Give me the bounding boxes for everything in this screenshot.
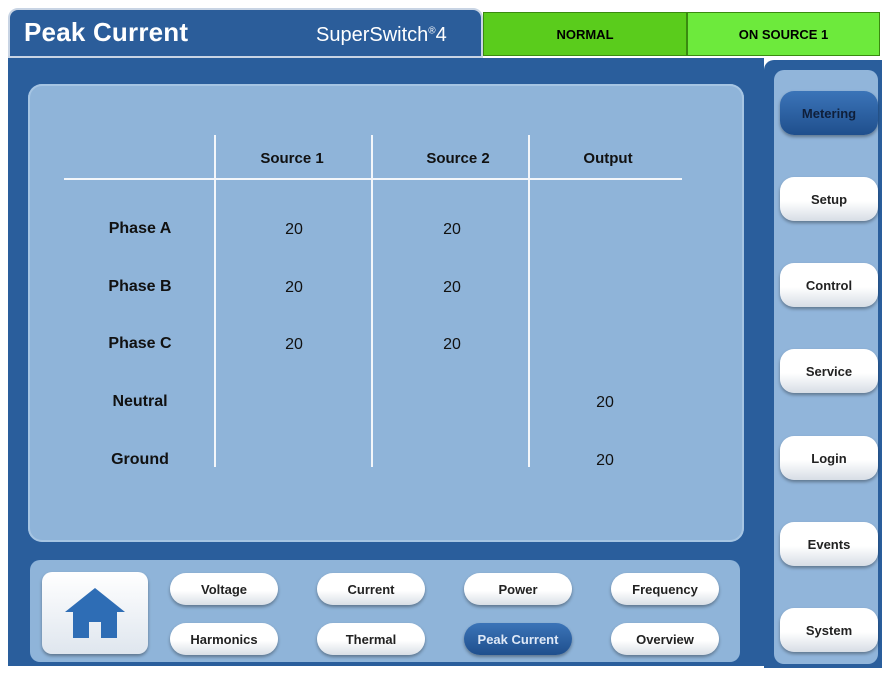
side-events-button[interactable]: Events <box>780 522 878 566</box>
source1-value: 20 <box>285 336 303 353</box>
table-divider-3 <box>528 135 530 467</box>
table-divider-1 <box>214 135 216 467</box>
column-header-source-2: Source 2 <box>426 150 490 167</box>
title-bar: Peak Current SuperSwitch®4 <box>8 8 483 58</box>
nav-harmonics-button[interactable]: Harmonics <box>170 623 278 655</box>
nav-overview-button[interactable]: Overview <box>611 623 719 655</box>
row-label: Phase B <box>108 278 172 295</box>
column-header-output: Output <box>583 150 633 167</box>
nav-current-button[interactable]: Current <box>317 573 425 605</box>
status-source-indicator: ON SOURCE 1 <box>687 12 880 56</box>
source2-value: 20 <box>443 221 461 238</box>
status-mode-indicator: NORMAL <box>483 12 687 56</box>
brand-text: SuperSwitch <box>316 24 429 46</box>
side-setup-button[interactable]: Setup <box>780 177 878 221</box>
nav-peak-current-button[interactable]: Peak Current <box>464 623 572 655</box>
row-label: Ground <box>111 451 169 468</box>
table-header-divider <box>64 178 682 180</box>
side-service-button[interactable]: Service <box>780 349 878 393</box>
source1-value: 20 <box>285 279 303 296</box>
side-control-button[interactable]: Control <box>780 263 878 307</box>
source1-value: 20 <box>285 221 303 238</box>
page-title: Peak Current <box>24 17 189 47</box>
row-label: Phase C <box>108 335 172 352</box>
brand-name: SuperSwitch®4 <box>316 24 447 47</box>
nav-thermal-button[interactable]: Thermal <box>317 623 425 655</box>
side-metering-button[interactable]: Metering <box>780 91 878 135</box>
home-icon <box>65 588 125 638</box>
nav-power-button[interactable]: Power <box>464 573 572 605</box>
nav-frequency-button[interactable]: Frequency <box>611 573 719 605</box>
column-header-source-1: Source 1 <box>260 150 324 167</box>
source2-value: 20 <box>443 336 461 353</box>
side-system-button[interactable]: System <box>780 608 878 652</box>
source2-value: 20 <box>443 279 461 296</box>
output-value: 20 <box>596 452 614 469</box>
brand-registered-mark: ® <box>428 25 436 37</box>
row-label: Phase A <box>108 220 172 237</box>
output-value: 20 <box>596 394 614 411</box>
side-login-button[interactable]: Login <box>780 436 878 480</box>
brand-version: 4 <box>435 24 447 46</box>
nav-voltage-button[interactable]: Voltage <box>170 573 278 605</box>
row-label: Neutral <box>112 393 168 410</box>
home-button[interactable] <box>42 572 148 654</box>
table-divider-2 <box>371 135 373 467</box>
